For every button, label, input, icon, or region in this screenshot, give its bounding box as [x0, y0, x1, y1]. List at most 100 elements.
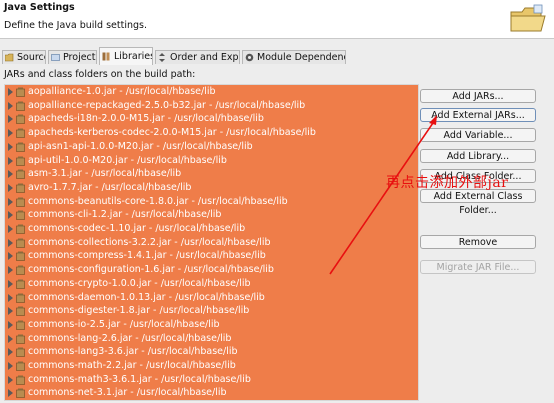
libraries-list[interactable]: aopalliance-1.0.jar - /usr/local/hbase/l…: [4, 84, 419, 401]
expand-arrow-icon[interactable]: [8, 129, 13, 138]
add-library-button[interactable]: Add Library...: [420, 149, 536, 163]
expand-arrow-icon[interactable]: [8, 238, 13, 247]
list-item[interactable]: commons-math3-3.6.1.jar - /usr/local/hba…: [5, 373, 418, 387]
tab-bar: Source Projects Libraries Order and Expo…: [0, 47, 554, 65]
add-variable-button[interactable]: Add Variable...: [420, 128, 536, 142]
list-item[interactable]: api-util-1.0.0-M20.jar - /usr/local/hbas…: [5, 154, 418, 168]
expand-arrow-icon[interactable]: [8, 389, 13, 398]
list-item[interactable]: aopalliance-1.0.jar - /usr/local/hbase/l…: [5, 85, 418, 99]
list-item-label: commons-collections-3.2.2.jar - /usr/loc…: [28, 236, 271, 248]
list-item[interactable]: apacheds-i18n-2.0.0-M15.jar - /usr/local…: [5, 112, 418, 126]
remove-button[interactable]: Remove: [420, 235, 536, 249]
list-item[interactable]: commons-codec-1.10.jar - /usr/local/hbas…: [5, 222, 418, 236]
expand-arrow-icon[interactable]: [8, 320, 13, 329]
list-item[interactable]: apacheds-kerberos-codec-2.0.0-M15.jar - …: [5, 126, 418, 140]
list-item[interactable]: commons-net-3.1.jar - /usr/local/hbase/l…: [5, 386, 418, 400]
page-description: Define the Java build settings.: [4, 20, 148, 31]
tab-module-dependencies[interactable]: Module Dependencies: [242, 50, 346, 64]
expand-arrow-icon[interactable]: [8, 170, 13, 179]
jar-icon: [16, 156, 25, 166]
projects-icon: [51, 54, 60, 61]
expand-arrow-icon[interactable]: [8, 293, 13, 302]
list-item-label: commons-cli-1.2.jar - /usr/local/hbase/l…: [28, 209, 222, 221]
list-item[interactable]: commons-compress-1.4.1.jar - /usr/local/…: [5, 249, 418, 263]
tab-label: Projects: [63, 52, 97, 63]
expand-arrow-icon[interactable]: [8, 225, 13, 233]
expand-arrow-icon[interactable]: [8, 183, 13, 192]
list-item[interactable]: asm-3.1.jar - /usr/local/hbase/lib: [5, 167, 418, 181]
libraries-icon: [102, 52, 110, 61]
list-item-label: asm-3.1.jar - /usr/local/hbase/lib: [28, 168, 182, 180]
expand-arrow-icon[interactable]: [8, 211, 13, 220]
migrate-jar-file-button[interactable]: Migrate JAR File...: [420, 260, 536, 274]
list-item-label: avro-1.7.7.jar - /usr/local/hbase/lib: [28, 181, 192, 193]
list-item-label: commons-net-3.1.jar - /usr/local/hbase/l…: [28, 387, 227, 399]
source-folder-icon: [5, 53, 14, 62]
expand-arrow-icon[interactable]: [8, 334, 13, 343]
dialog-header: Java Settings Define the Java build sett…: [0, 0, 554, 38]
jar-icon: [16, 361, 25, 371]
module-dependencies-icon: [245, 53, 254, 62]
list-item[interactable]: api-asn1-api-1.0.0-M20.jar - /usr/local/…: [5, 140, 418, 154]
annotation-text: 再点击添加外部jar: [386, 175, 509, 191]
expand-arrow-icon[interactable]: [8, 266, 13, 275]
add-jars-button[interactable]: Add JARs...: [420, 89, 536, 103]
list-item[interactable]: avro-1.7.7.jar - /usr/local/hbase/lib: [5, 181, 418, 195]
expand-arrow-icon[interactable]: [8, 375, 13, 384]
jar-icon: [16, 169, 25, 179]
list-item-label: commons-digester-1.8.jar - /usr/local/hb…: [28, 305, 250, 317]
list-item[interactable]: commons-lang-2.6.jar - /usr/local/hbase/…: [5, 332, 418, 346]
build-path-panel: Source Projects Libraries Order and Expo…: [0, 38, 554, 403]
tab-label: Source: [17, 52, 45, 63]
expand-arrow-icon[interactable]: [8, 197, 13, 206]
list-item[interactable]: commons-configuration-1.6.jar - /usr/loc…: [5, 263, 418, 277]
expand-arrow-icon[interactable]: [8, 88, 13, 96]
expand-arrow-icon[interactable]: [8, 101, 13, 110]
list-item-label: commons-codec-1.10.jar - /usr/local/hbas…: [28, 223, 246, 234]
list-item[interactable]: commons-beanutils-core-1.8.0.jar - /usr/…: [5, 195, 418, 209]
expand-arrow-icon[interactable]: [8, 142, 13, 151]
list-item-label: commons-daemon-1.0.13.jar - /usr/local/h…: [28, 291, 265, 303]
list-item[interactable]: commons-digester-1.8.jar - /usr/local/hb…: [5, 304, 418, 318]
tab-order-and-export[interactable]: Order and Export: [155, 50, 240, 64]
tab-source[interactable]: Source: [2, 50, 46, 64]
page-title: Java Settings: [4, 2, 75, 13]
jar-icon: [16, 197, 25, 207]
order-export-icon: [159, 53, 165, 62]
expand-arrow-icon[interactable]: [8, 348, 13, 357]
jar-icon: [16, 265, 25, 275]
list-item[interactable]: commons-lang3-3.6.jar - /usr/local/hbase…: [5, 345, 418, 359]
list-item[interactable]: commons-daemon-1.0.13.jar - /usr/local/h…: [5, 291, 418, 305]
tab-label: Order and Export: [170, 52, 239, 63]
add-external-jars-button[interactable]: Add External JARs...: [420, 108, 536, 122]
list-item-label: api-asn1-api-1.0.0-M20.jar - /usr/local/…: [28, 140, 253, 152]
list-item-label: aopalliance-1.0.jar - /usr/local/hbase/l…: [28, 86, 216, 97]
expand-arrow-icon[interactable]: [8, 279, 13, 288]
expand-arrow-icon[interactable]: [8, 115, 13, 124]
tab-projects[interactable]: Projects: [48, 50, 97, 64]
list-item[interactable]: commons-cli-1.2.jar - /usr/local/hbase/l…: [5, 208, 418, 222]
jar-icon: [16, 87, 25, 97]
jar-icon: [16, 101, 25, 111]
list-item-label: commons-beanutils-core-1.8.0.jar - /usr/…: [28, 195, 288, 207]
jar-icon: [16, 183, 25, 193]
expand-arrow-icon[interactable]: [8, 156, 13, 165]
list-item-label: commons-io-2.5.jar - /usr/local/hbase/li…: [28, 318, 220, 330]
expand-arrow-icon[interactable]: [8, 252, 13, 261]
expand-arrow-icon[interactable]: [8, 362, 13, 370]
jar-icon: [16, 224, 25, 234]
list-item[interactable]: commons-crypto-1.0.0.jar - /usr/local/hb…: [5, 277, 418, 291]
tab-libraries[interactable]: Libraries: [99, 47, 153, 65]
jar-icon: [16, 320, 25, 330]
list-item[interactable]: aopalliance-repackaged-2.5.0-b32.jar - /…: [5, 99, 418, 113]
list-item-label: apacheds-i18n-2.0.0-M15.jar - /usr/local…: [28, 113, 264, 125]
list-item[interactable]: commons-io-2.5.jar - /usr/local/hbase/li…: [5, 318, 418, 332]
jar-icon: [16, 128, 25, 138]
expand-arrow-icon[interactable]: [8, 307, 13, 316]
list-item-label: commons-math3-3.6.1.jar - /usr/local/hba…: [28, 373, 251, 385]
folder-icon: [510, 4, 546, 32]
list-item[interactable]: commons-math-2.2.jar - /usr/local/hbase/…: [5, 359, 418, 373]
jar-icon: [16, 347, 25, 358]
list-item[interactable]: commons-collections-3.2.2.jar - /usr/loc…: [5, 236, 418, 250]
jar-icon: [16, 388, 25, 399]
